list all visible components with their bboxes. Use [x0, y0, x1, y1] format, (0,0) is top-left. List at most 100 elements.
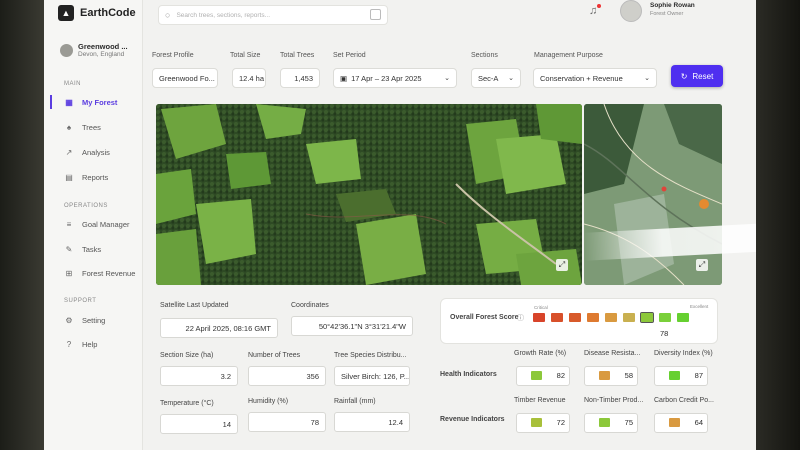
- score-level-8: [677, 313, 689, 322]
- score-value: 78: [660, 329, 669, 338]
- search-placeholder: Search trees, sections, reports...: [176, 11, 271, 19]
- search-input[interactable]: ○ Search trees, sections, reports...: [158, 5, 388, 25]
- total-size-field: 12.4 ha: [232, 68, 266, 88]
- user-name: Sophie Rowan: [650, 2, 695, 9]
- carbon-credit-label: Carbon Credit Po...: [654, 397, 714, 404]
- disease-resistance-label: Disease Resista...: [584, 350, 641, 357]
- score-level-2: [569, 313, 581, 322]
- satellite-updated-label: Satellite Last Updated: [160, 302, 229, 309]
- device-bezel-left: [0, 0, 44, 450]
- score-level-0: [533, 313, 545, 322]
- score-level-4: [605, 313, 617, 322]
- total-size-label: Total Size: [230, 52, 261, 59]
- critical-label: Critical: [534, 305, 548, 310]
- score-level-6: [640, 312, 654, 323]
- revenue-icon: ⊞: [65, 269, 73, 278]
- non-timber-label: Non-Timber Prod...: [584, 397, 644, 404]
- user-avatar[interactable]: [620, 0, 642, 22]
- notification-dot: [597, 4, 601, 8]
- device-bezel-right: [756, 0, 800, 450]
- sidebar-item-help[interactable]: ? Help: [64, 340, 98, 349]
- help-icon: ?: [66, 340, 72, 349]
- forest-location: Devon, England: [78, 51, 125, 58]
- sections-select[interactable]: Sec-A ⌄: [471, 68, 521, 88]
- satellite-map[interactable]: ⤢: [156, 104, 582, 285]
- rainfall-value: 12.4: [334, 412, 410, 432]
- section-title-main: MAIN: [64, 81, 81, 87]
- sidebar-item-trees[interactable]: ♠ Trees: [64, 123, 101, 132]
- section-title-operations: OPERATIONS: [64, 203, 108, 209]
- leaf-icon: ▦: [65, 98, 73, 107]
- app-screen: ▲ EarthCode Greenwood ... Devon, England…: [44, 0, 756, 450]
- gear-icon: ⚙: [65, 316, 73, 325]
- sidebar-item-forest-revenue[interactable]: ⊞ Forest Revenue: [64, 269, 136, 278]
- calendar-icon: ▣: [340, 73, 348, 83]
- section-size-label: Section Size (ha): [160, 352, 214, 359]
- reset-button[interactable]: ↻ Reset: [671, 65, 723, 87]
- forest-profile-switcher[interactable]: Greenwood ... Devon, England: [60, 42, 128, 58]
- coordinates-label: Coordinates: [291, 302, 329, 309]
- info-icon[interactable]: ⓘ: [517, 313, 524, 323]
- temperature-value: 14: [160, 414, 238, 434]
- forest-profile-label: Forest Profile: [152, 52, 194, 59]
- section-title-support: SUPPORT: [64, 298, 97, 304]
- tree-icon: ♠: [66, 123, 72, 132]
- humidity-label: Humidity (%): [248, 398, 289, 405]
- sidebar-item-my-forest[interactable]: ▦ My Forest: [64, 98, 117, 107]
- excellent-label: Excellent: [690, 304, 709, 309]
- expand-search-icon[interactable]: [370, 9, 381, 20]
- active-indicator: [50, 95, 52, 109]
- management-purpose-select[interactable]: Conservation + Revenue ⌄: [533, 68, 657, 88]
- section-size-value: 3.2: [160, 366, 238, 386]
- number-of-trees-label: Number of Trees: [248, 352, 301, 359]
- timber-revenue-indicator: 72: [516, 413, 570, 433]
- score-level-7: [659, 313, 671, 322]
- expand-terrain-map-icon[interactable]: ⤢: [696, 259, 708, 271]
- terrain-map[interactable]: ⤢: [584, 104, 722, 285]
- set-period-label: Set Period: [333, 52, 366, 59]
- timber-revenue-swatch: [531, 418, 542, 427]
- growth-rate-label: Growth Rate (%): [514, 350, 567, 357]
- expand-map-icon[interactable]: ⤢: [556, 259, 568, 271]
- forest-avatar: [60, 43, 73, 57]
- mountain-logo-icon: ▲: [58, 5, 74, 21]
- total-trees-field: 1,453: [280, 68, 320, 88]
- sidebar-item-tasks[interactable]: ✎ Tasks: [64, 245, 102, 254]
- temperature-label: Temperature (°C): [160, 400, 214, 407]
- species-distribution-value: Silver Birch: 126, P...: [334, 366, 410, 386]
- score-level-3: [587, 313, 599, 322]
- app-logo[interactable]: ▲ EarthCode: [58, 5, 136, 21]
- revenue-indicators-label: Revenue Indicators: [440, 416, 505, 423]
- list-icon: ≡: [66, 220, 72, 229]
- bell-icon[interactable]: ♫: [589, 5, 597, 17]
- species-distribution-label: Tree Species Distribu...: [334, 352, 407, 359]
- number-of-trees-value: 356: [248, 366, 326, 386]
- top-bar: ○ Search trees, sections, reports... ♫ S…: [142, 0, 756, 30]
- chevron-down-icon: ⌄: [644, 75, 650, 82]
- non-timber-swatch: [599, 418, 610, 427]
- app-name: EarthCode: [80, 7, 136, 19]
- sidebar-item-goal-manager[interactable]: ≡ Goal Manager: [64, 220, 130, 229]
- user-role: Forest Owner: [650, 11, 684, 17]
- health-indicators-label: Health Indicators: [440, 371, 497, 378]
- score-level-5: [623, 313, 635, 322]
- edit-icon: ✎: [65, 245, 73, 254]
- growth-rate-indicator: 82: [516, 366, 570, 386]
- carbon-credit-indicator: 64: [654, 413, 708, 433]
- sidebar-item-reports[interactable]: ▤ Reports: [64, 173, 108, 182]
- timber-revenue-label: Timber Revenue: [514, 397, 566, 404]
- diversity-index-indicator: 87: [654, 366, 708, 386]
- sidebar-item-setting[interactable]: ⚙ Setting: [64, 316, 105, 325]
- coordinates-value: 50°42'36.1"N 3°31'21.4"W: [291, 316, 413, 336]
- disease-resistance-swatch: [599, 371, 610, 380]
- sidebar-item-analysis[interactable]: ↗ Analysis: [64, 148, 110, 157]
- refresh-icon: ↻: [680, 71, 688, 81]
- satellite-imagery: [156, 104, 582, 285]
- carbon-credit-swatch: [669, 418, 680, 427]
- search-icon: ○: [165, 10, 171, 20]
- disease-resistance-indicator: 58: [584, 366, 638, 386]
- set-period-picker[interactable]: ▣ 17 Apr – 23 Apr 2025 ⌄: [333, 68, 457, 88]
- total-trees-label: Total Trees: [280, 52, 315, 59]
- forest-profile-field[interactable]: Greenwood Fo...: [152, 68, 218, 88]
- management-purpose-label: Management Purpose: [534, 52, 603, 59]
